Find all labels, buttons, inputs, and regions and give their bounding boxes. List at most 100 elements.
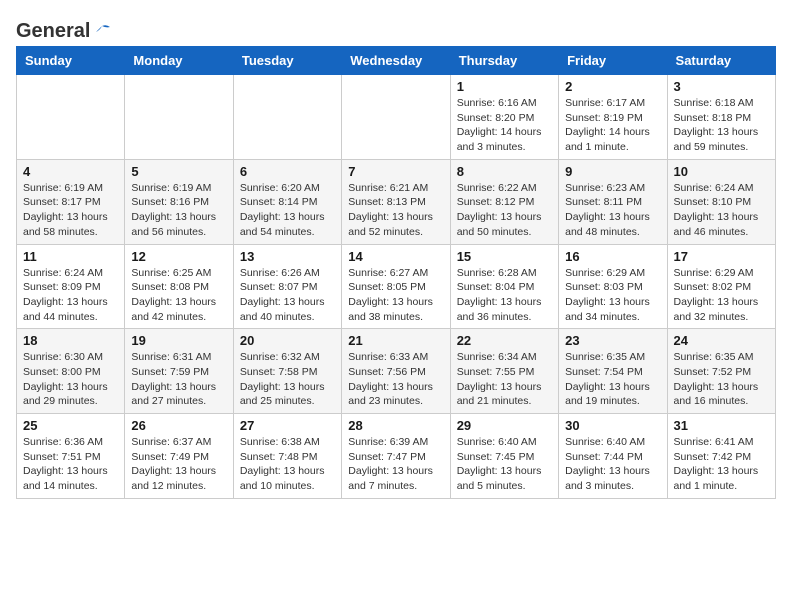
day-number: 23 <box>565 333 660 348</box>
day-info: Sunrise: 6:36 AM Sunset: 7:51 PM Dayligh… <box>23 435 118 494</box>
day-number: 8 <box>457 164 552 179</box>
day-info: Sunrise: 6:19 AM Sunset: 8:17 PM Dayligh… <box>23 181 118 240</box>
calendar-cell: 5Sunrise: 6:19 AM Sunset: 8:16 PM Daylig… <box>125 159 233 244</box>
day-number: 16 <box>565 249 660 264</box>
calendar-cell: 29 Sunrise: 6:40 AM Sunset: 7:45 PM Dayli… <box>450 414 558 499</box>
day-info: Sunrise: 6:38 AM Sunset: 7:48 PM Dayligh… <box>240 435 335 494</box>
day-info: Sunrise: 6:28 AM Sunset: 8:04 PM Dayligh… <box>457 266 552 325</box>
day-info: Sunrise: 6:26 AM Sunset: 8:07 PM Dayligh… <box>240 266 335 325</box>
day-number: 5 <box>131 164 226 179</box>
day-number: 1 <box>457 79 552 94</box>
calendar-cell: 9 Sunrise: 6:23 AM Sunset: 8:11 PM Daylig… <box>559 159 667 244</box>
calendar-cell: 26 Sunrise: 6:37 AM Sunset: 7:49 PM Dayli… <box>125 414 233 499</box>
calendar-cell: 11 Sunrise: 6:24 AM Sunset: 8:09 PM Dayli… <box>17 244 125 329</box>
day-info: Sunrise: 6:29 AM Sunset: 8:03 PM Dayligh… <box>565 266 660 325</box>
day-number: 20 <box>240 333 335 348</box>
day-number: 29 <box>457 418 552 433</box>
day-info: Sunrise: 6:23 AM Sunset: 8:11 PM Dayligh… <box>565 181 660 240</box>
calendar-week-4: 18 Sunrise: 6:30 AM Sunset: 8:00 PM Dayli… <box>17 329 776 414</box>
calendar: SundayMondayTuesdayWednesdayThursdayFrid… <box>16 46 776 499</box>
day-info: Sunrise: 6:24 AM Sunset: 8:09 PM Dayligh… <box>23 266 118 325</box>
calendar-cell: 12 Sunrise: 6:25 AM Sunset: 8:08 PM Dayli… <box>125 244 233 329</box>
day-info: Sunrise: 6:39 AM Sunset: 7:47 PM Dayligh… <box>348 435 443 494</box>
calendar-cell: 8 Sunrise: 6:22 AM Sunset: 8:12 PM Daylig… <box>450 159 558 244</box>
calendar-cell: 7Sunrise: 6:21 AM Sunset: 8:13 PM Daylig… <box>342 159 450 244</box>
calendar-cell: 28 Sunrise: 6:39 AM Sunset: 7:47 PM Dayli… <box>342 414 450 499</box>
day-info: Sunrise: 6:35 AM Sunset: 7:54 PM Dayligh… <box>565 350 660 409</box>
day-number: 24 <box>674 333 769 348</box>
day-number: 4 <box>23 164 118 179</box>
calendar-cell <box>17 75 125 160</box>
logo-general: General <box>16 20 90 43</box>
calendar-cell: 24 Sunrise: 6:35 AM Sunset: 7:52 PM Dayli… <box>667 329 775 414</box>
header-section: General <box>16 16 776 40</box>
calendar-cell: 21 Sunrise: 6:33 AM Sunset: 7:56 PM Dayli… <box>342 329 450 414</box>
calendar-cell: 3 Sunrise: 6:18 AM Sunset: 8:18 PM Daylig… <box>667 75 775 160</box>
logo: General <box>16 20 112 40</box>
calendar-cell: 13 Sunrise: 6:26 AM Sunset: 8:07 PM Dayli… <box>233 244 341 329</box>
calendar-cell: 19Sunrise: 6:31 AM Sunset: 7:59 PM Dayli… <box>125 329 233 414</box>
calendar-header-row: SundayMondayTuesdayWednesdayThursdayFrid… <box>17 47 776 75</box>
day-number: 28 <box>348 418 443 433</box>
day-info: Sunrise: 6:27 AM Sunset: 8:05 PM Dayligh… <box>348 266 443 325</box>
calendar-cell <box>342 75 450 160</box>
calendar-cell: 31Sunrise: 6:41 AM Sunset: 7:42 PM Dayli… <box>667 414 775 499</box>
day-info: Sunrise: 6:33 AM Sunset: 7:56 PM Dayligh… <box>348 350 443 409</box>
day-header-saturday: Saturday <box>667 47 775 75</box>
day-number: 9 <box>565 164 660 179</box>
day-number: 11 <box>23 249 118 264</box>
calendar-cell: 16 Sunrise: 6:29 AM Sunset: 8:03 PM Dayli… <box>559 244 667 329</box>
day-info: Sunrise: 6:22 AM Sunset: 8:12 PM Dayligh… <box>457 181 552 240</box>
day-info: Sunrise: 6:18 AM Sunset: 8:18 PM Dayligh… <box>674 96 769 155</box>
calendar-week-5: 25 Sunrise: 6:36 AM Sunset: 7:51 PM Dayli… <box>17 414 776 499</box>
day-header-monday: Monday <box>125 47 233 75</box>
day-number: 15 <box>457 249 552 264</box>
day-info: Sunrise: 6:34 AM Sunset: 7:55 PM Dayligh… <box>457 350 552 409</box>
day-info: Sunrise: 6:29 AM Sunset: 8:02 PM Dayligh… <box>674 266 769 325</box>
day-header-wednesday: Wednesday <box>342 47 450 75</box>
day-number: 6 <box>240 164 335 179</box>
calendar-cell <box>125 75 233 160</box>
day-number: 21 <box>348 333 443 348</box>
calendar-cell: 17 Sunrise: 6:29 AM Sunset: 8:02 PM Dayli… <box>667 244 775 329</box>
day-number: 30 <box>565 418 660 433</box>
calendar-cell <box>233 75 341 160</box>
calendar-cell: 18 Sunrise: 6:30 AM Sunset: 8:00 PM Dayli… <box>17 329 125 414</box>
day-number: 26 <box>131 418 226 433</box>
day-header-friday: Friday <box>559 47 667 75</box>
day-number: 27 <box>240 418 335 433</box>
day-number: 13 <box>240 249 335 264</box>
day-info: Sunrise: 6:37 AM Sunset: 7:49 PM Dayligh… <box>131 435 226 494</box>
calendar-cell: 22 Sunrise: 6:34 AM Sunset: 7:55 PM Dayli… <box>450 329 558 414</box>
day-number: 2 <box>565 79 660 94</box>
day-number: 14 <box>348 249 443 264</box>
calendar-week-3: 11 Sunrise: 6:24 AM Sunset: 8:09 PM Dayli… <box>17 244 776 329</box>
day-info: Sunrise: 6:32 AM Sunset: 7:58 PM Dayligh… <box>240 350 335 409</box>
calendar-cell: 1 Sunrise: 6:16 AM Sunset: 8:20 PM Daylig… <box>450 75 558 160</box>
day-number: 18 <box>23 333 118 348</box>
day-header-sunday: Sunday <box>17 47 125 75</box>
day-header-thursday: Thursday <box>450 47 558 75</box>
calendar-cell: 20 Sunrise: 6:32 AM Sunset: 7:58 PM Dayli… <box>233 329 341 414</box>
calendar-cell: 15 Sunrise: 6:28 AM Sunset: 8:04 PM Dayli… <box>450 244 558 329</box>
day-info: Sunrise: 6:40 AM Sunset: 7:45 PM Dayligh… <box>457 435 552 494</box>
day-info: Sunrise: 6:20 AM Sunset: 8:14 PM Dayligh… <box>240 181 335 240</box>
day-info: Sunrise: 6:30 AM Sunset: 8:00 PM Dayligh… <box>23 350 118 409</box>
calendar-cell: 4 Sunrise: 6:19 AM Sunset: 8:17 PM Daylig… <box>17 159 125 244</box>
day-number: 10 <box>674 164 769 179</box>
day-info: Sunrise: 6:24 AM Sunset: 8:10 PM Dayligh… <box>674 181 769 240</box>
day-number: 17 <box>674 249 769 264</box>
day-number: 12 <box>131 249 226 264</box>
day-number: 22 <box>457 333 552 348</box>
calendar-cell: 27 Sunrise: 6:38 AM Sunset: 7:48 PM Dayli… <box>233 414 341 499</box>
day-info: Sunrise: 6:16 AM Sunset: 8:20 PM Dayligh… <box>457 96 552 155</box>
day-info: Sunrise: 6:25 AM Sunset: 8:08 PM Dayligh… <box>131 266 226 325</box>
day-info: Sunrise: 6:40 AM Sunset: 7:44 PM Dayligh… <box>565 435 660 494</box>
calendar-cell: 14 Sunrise: 6:27 AM Sunset: 8:05 PM Dayli… <box>342 244 450 329</box>
day-info: Sunrise: 6:35 AM Sunset: 7:52 PM Dayligh… <box>674 350 769 409</box>
calendar-cell: 2Sunrise: 6:17 AM Sunset: 8:19 PM Daylig… <box>559 75 667 160</box>
day-number: 3 <box>674 79 769 94</box>
day-number: 25 <box>23 418 118 433</box>
day-info: Sunrise: 6:31 AM Sunset: 7:59 PM Dayligh… <box>131 350 226 409</box>
calendar-week-2: 4 Sunrise: 6:19 AM Sunset: 8:17 PM Daylig… <box>17 159 776 244</box>
